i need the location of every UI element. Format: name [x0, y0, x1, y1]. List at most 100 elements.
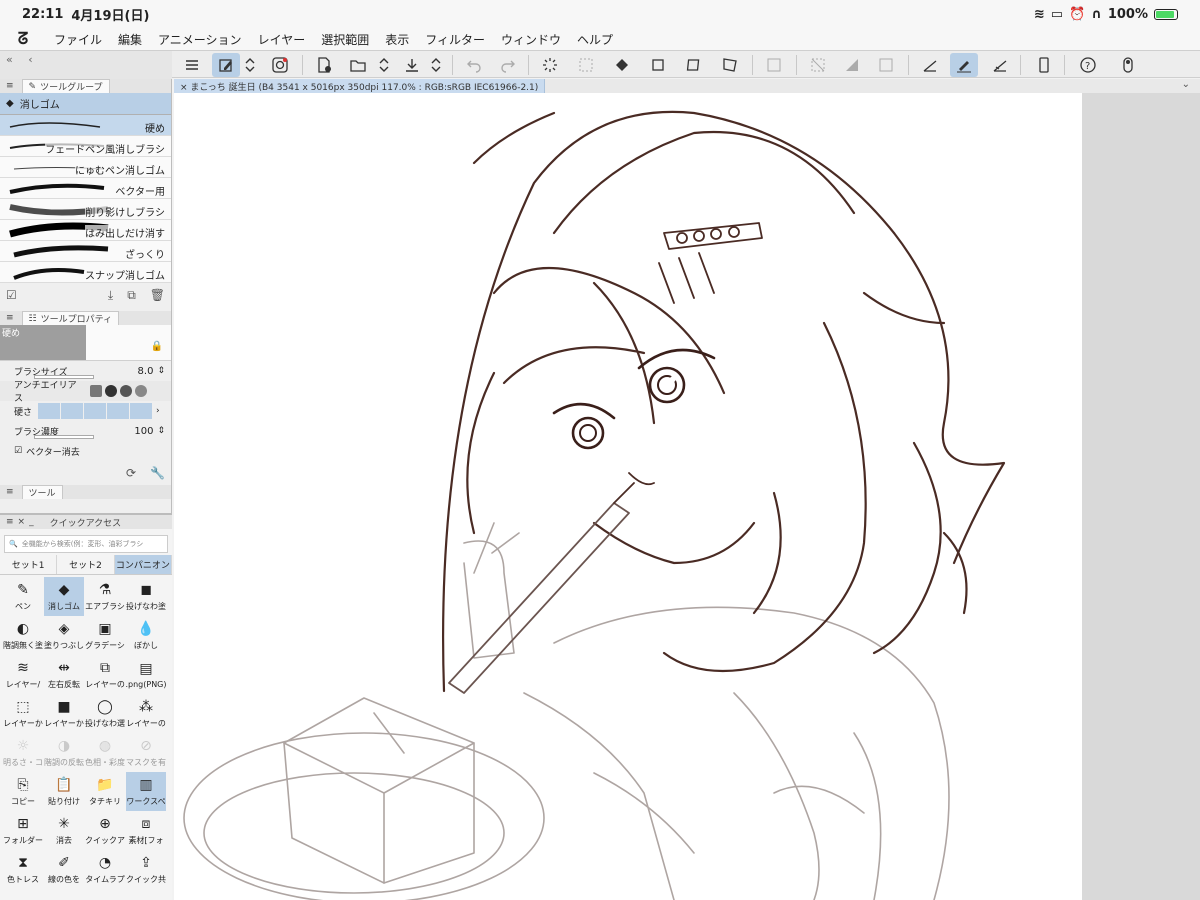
menu-help[interactable]: ヘルプ [569, 31, 621, 48]
stepper-icon[interactable]: ⇕ [157, 366, 165, 376]
clear-outside-button[interactable] [572, 53, 600, 77]
quick-access-item[interactable]: ⊕ クイックア [85, 811, 125, 850]
quick-access-item[interactable]: 💧 ぼかし [126, 616, 166, 655]
smartphone-button[interactable] [1030, 53, 1058, 77]
free-transform-button[interactable] [716, 53, 744, 77]
settings-button[interactable] [1114, 53, 1142, 77]
quick-access-item[interactable]: ✎ ペン [3, 577, 43, 616]
quick-access-item[interactable]: ▥ ワークスペ [126, 772, 166, 811]
menu-selection[interactable]: 選択範囲 [313, 31, 377, 48]
brush-item-vector[interactable]: ベクター用 [0, 178, 171, 199]
quick-access-item[interactable]: ⚗ エアブラシ [85, 577, 125, 616]
app-logo-icon[interactable]: ᘔ [0, 29, 46, 49]
hamburger-menu-button[interactable] [178, 53, 206, 77]
grip-icon[interactable]: ≡ [6, 487, 14, 497]
brush-item-snap[interactable]: スナップ消しゴム [0, 262, 171, 283]
close-icon[interactable]: × [180, 83, 190, 93]
wrench-icon[interactable]: 🔧 [150, 466, 165, 480]
quick-access-item[interactable]: ◍ 色相・彩度 [85, 733, 125, 772]
quick-access-item[interactable]: ◼ 投げなわ塗 [126, 577, 166, 616]
tab-companion[interactable]: コンパニオン [114, 555, 172, 574]
quick-access-item[interactable]: ⇪ クイック共 [126, 850, 166, 889]
file-arrows-button[interactable] [374, 53, 394, 77]
menu-filter[interactable]: フィルター [417, 31, 493, 48]
lock-icon[interactable]: 🔒 [151, 341, 163, 360]
companion-button[interactable] [266, 53, 294, 77]
quick-access-item[interactable]: ⇹ 左右反転 [44, 655, 84, 694]
document-tab[interactable]: × まこっち 誕生日 (B4 3541 x 5016px 350dpi 117.… [174, 79, 546, 93]
quick-access-item[interactable]: ⎘ コピー [3, 772, 43, 811]
quick-access-item[interactable]: ◆ 消しゴム [44, 577, 84, 616]
minimize-icon[interactable]: _ [29, 517, 34, 527]
hardness-selector[interactable] [38, 403, 152, 419]
grip-icon[interactable]: ≡ [6, 517, 14, 527]
quick-access-item[interactable]: ▣ グラデーシ [85, 616, 125, 655]
special-ruler-button[interactable] [986, 53, 1014, 77]
scroll-arrows-button[interactable] [240, 53, 260, 77]
quick-access-item[interactable]: ▤ .png(PNG) [126, 655, 166, 694]
fill-selection-button[interactable] [608, 53, 636, 77]
menu-edit[interactable]: 編集 [110, 31, 150, 48]
duplicate-icon[interactable]: ⧉ [127, 288, 136, 303]
search-input[interactable]: 🔍 全機能から検索(例：変形、油彩ブラシ [4, 535, 168, 553]
brush-item-rough[interactable]: ざっくり [0, 241, 171, 262]
open-file-button[interactable] [344, 53, 372, 77]
clear-button[interactable] [536, 53, 564, 77]
save-arrows-button[interactable] [426, 53, 446, 77]
brush-item-overflow[interactable]: はみ出しだけ消す [0, 220, 171, 241]
menu-file[interactable]: ファイル [46, 31, 110, 48]
tool-tab[interactable]: ツール [21, 485, 63, 499]
grip-icon[interactable]: ≡ [6, 81, 14, 91]
import-icon[interactable]: ⤓ [108, 288, 113, 303]
quick-access-item[interactable]: ✐ 線の色を [44, 850, 84, 889]
quick-access-item[interactable]: ⧈ 素材[フォ [126, 811, 166, 850]
quick-access-item[interactable]: ⧉ レイヤーの [85, 655, 125, 694]
brush-item-nyumu[interactable]: にゅむペン消しゴム [0, 157, 171, 178]
redo-button[interactable] [494, 53, 522, 77]
crop-button[interactable] [644, 53, 672, 77]
expand-selection-button[interactable] [872, 53, 900, 77]
reset-icon[interactable]: ⟳ [126, 466, 136, 480]
brush-item-shade[interactable]: 削り影けしブラシ [0, 199, 171, 220]
quick-access-item[interactable]: ◐ 階調無く塗 [3, 616, 43, 655]
chevron-down-icon[interactable]: ⌄ [1182, 79, 1190, 90]
quick-access-item[interactable]: ⊘ マスクを有 [126, 733, 166, 772]
drawing-canvas[interactable] [174, 93, 1082, 900]
brush-item-fade[interactable]: フェードペン風消しブラシ [0, 136, 171, 157]
density-slider[interactable] [34, 435, 94, 439]
tool-property-tab[interactable]: ☷ ツールプロパティ [21, 311, 120, 325]
quick-access-item[interactable]: ◈ 塗りつぶし [44, 616, 84, 655]
brush-size-value[interactable]: 8.0 [138, 366, 154, 377]
quick-access-item[interactable]: ■ レイヤーか [44, 694, 84, 733]
save-button[interactable] [398, 53, 426, 77]
new-file-button[interactable] [310, 53, 338, 77]
tab-set-1[interactable]: セット1 [0, 555, 58, 574]
quick-access-item[interactable]: ⊞ フォルダー [3, 811, 43, 850]
trash-icon[interactable]: 🗑 [150, 288, 165, 302]
quick-access-item[interactable]: 📋 貼り付け [44, 772, 84, 811]
close-icon[interactable]: × [18, 517, 26, 527]
tab-set-2[interactable]: セット2 [57, 555, 115, 574]
chevron-right-icon[interactable]: › [156, 406, 160, 416]
quick-access-item[interactable]: ⁂ レイヤーの [126, 694, 166, 733]
quick-access-item[interactable]: ◔ タイムラプ [85, 850, 125, 889]
tool-group-tab[interactable]: ✎ ツールグループ [21, 79, 110, 93]
quick-access-item[interactable]: ✳ 消去 [44, 811, 84, 850]
quick-access-item[interactable]: ◯ 投げなわ選 [85, 694, 125, 733]
canvas-area[interactable] [174, 93, 1200, 900]
quick-access-item[interactable]: ⬚ レイヤーか [3, 694, 43, 733]
quick-access-item[interactable]: ☼ 明るさ・コ [3, 733, 43, 772]
undo-button[interactable] [460, 53, 488, 77]
collapse-left-icon[interactable]: « [6, 53, 13, 66]
quick-access-item[interactable]: ≋ レイヤー/ [3, 655, 43, 694]
edit-layer-button[interactable] [212, 53, 240, 77]
antialias-options[interactable] [90, 385, 147, 397]
back-icon[interactable]: ‹ [28, 53, 32, 66]
invert-selection-button[interactable] [838, 53, 866, 77]
current-tool[interactable]: ◆ 消しゴム [0, 93, 171, 115]
deselect-button[interactable] [804, 53, 832, 77]
brush-item-hard[interactable]: 硬め [0, 115, 171, 136]
convert-layer-button[interactable] [760, 53, 788, 77]
snap-button[interactable] [950, 53, 978, 77]
menu-view[interactable]: 表示 [377, 31, 417, 48]
